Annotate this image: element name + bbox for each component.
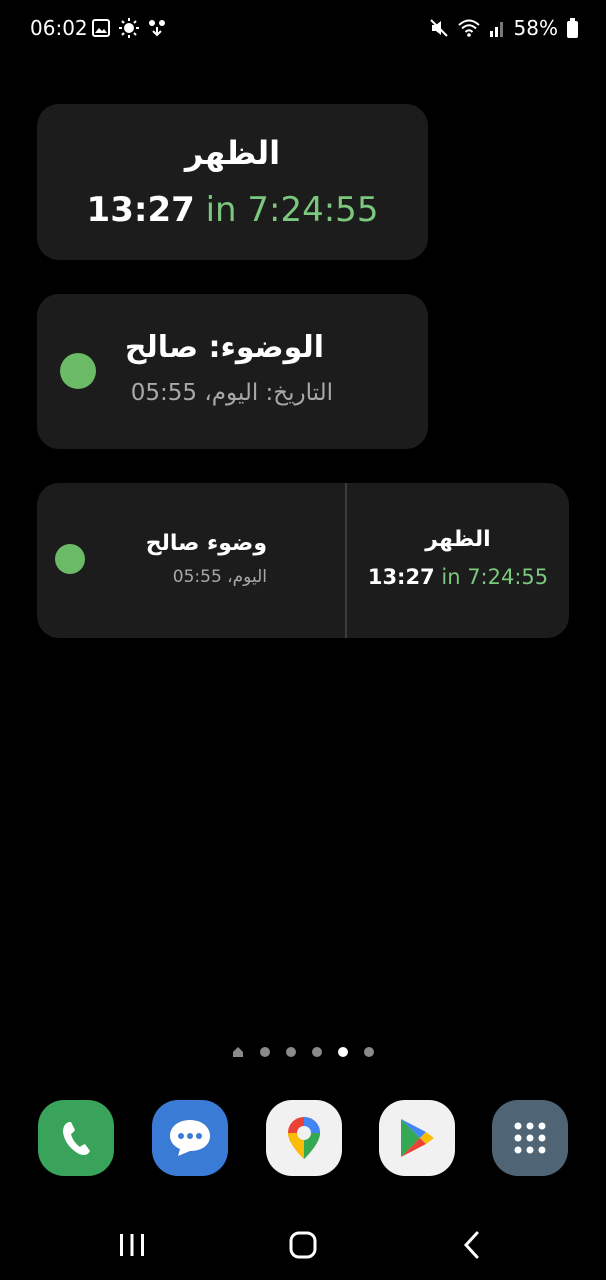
app-drawer[interactable] [492,1100,568,1176]
recents-icon [120,1234,144,1256]
maps-app[interactable] [266,1100,342,1176]
combined-prayer-time: 13:27 [367,565,435,589]
status-bar: 06:02 58% [0,0,606,58]
messages-icon [170,1120,210,1156]
combined-wudu-dot [55,544,85,574]
phone-app[interactable] [38,1100,114,1176]
wudu-title: الوضوء: صالح [124,330,324,365]
page-dot[interactable] [312,1047,322,1057]
prayer-countdown: in 7:24:55 [205,190,379,230]
wudu-status-dot [60,353,96,389]
signal-icon [489,22,503,37]
page-dot-active[interactable] [338,1047,348,1057]
app-drawer-icon [514,1122,546,1154]
play-store-app[interactable] [379,1100,455,1176]
combined-wudu-title: وضوء صالح [145,531,267,556]
back-button[interactable] [452,1230,492,1260]
gallery-icon [92,19,110,37]
maps-icon [288,1117,320,1159]
wudu-subtitle: التاريخ: اليوم، 05:55 [130,380,333,406]
combined-widget[interactable]: وضوء صالح اليوم، 05:55 الظهر 13:27 in 7:… [37,483,569,638]
phone-icon [63,1122,90,1155]
brightness-icon [119,18,139,38]
battery-icon [567,18,578,38]
home-icon [289,1231,317,1259]
combined-prayer-section[interactable]: الظهر 13:27 in 7:24:55 [347,483,569,638]
battery-percent: 58% [513,16,558,40]
download-icon [149,20,165,37]
app-dock [0,1100,606,1178]
next-prayer-widget[interactable]: الظهر 13:27 in 7:24:55 [37,104,428,260]
combined-prayer-countdown: in 7:24:55 [441,565,549,589]
prayer-time: 13:27 [86,190,195,230]
combined-wudu-section[interactable]: وضوء صالح اليوم، 05:55 [37,483,345,638]
recents-button[interactable] [112,1230,152,1260]
navigation-bar [0,1210,606,1280]
page-dot[interactable] [364,1047,374,1057]
home-button[interactable] [283,1230,323,1260]
combined-prayer-name: الظهر [425,527,491,552]
back-icon [463,1231,479,1259]
play-store-icon [401,1119,434,1157]
combined-prayer-time-line: 13:27 in 7:24:55 [347,565,569,589]
prayer-name: الظهر [184,134,281,172]
prayer-time-line: 13:27 in 7:24:55 [37,190,428,230]
combined-wudu-subtitle: اليوم، 05:55 [172,567,267,587]
wifi-icon [457,19,480,37]
mute-icon [429,19,448,37]
messages-app[interactable] [152,1100,228,1176]
page-dot[interactable] [260,1047,270,1057]
home-page-icon[interactable] [232,1046,244,1058]
wudu-status-widget[interactable]: الوضوء: صالح التاريخ: اليوم، 05:55 [37,294,428,449]
page-indicator[interactable] [0,1044,606,1060]
page-dot[interactable] [286,1047,296,1057]
status-time: 06:02 [30,16,88,40]
